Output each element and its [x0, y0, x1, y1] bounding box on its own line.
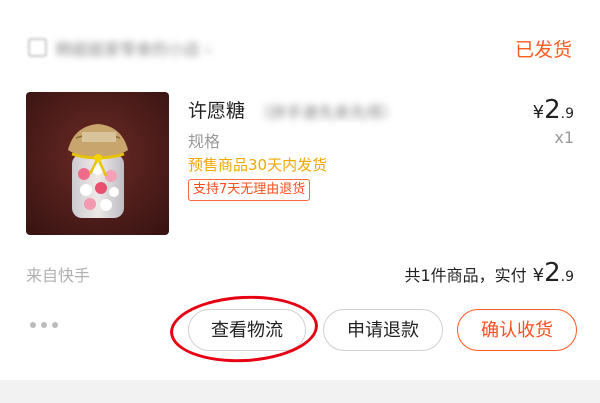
confirm-receipt-button[interactable]: 确认收货	[457, 309, 577, 351]
price-integer: 2	[544, 95, 561, 125]
shop-name[interactable]: 韩姐姐家零食的小店 ›	[56, 36, 212, 60]
order-total: 共1件商品，实付 ¥2.9	[404, 258, 574, 288]
total-price-symbol: ¥	[532, 265, 545, 286]
total-price-decimal: .9	[560, 269, 574, 285]
candy-jar-image	[26, 92, 169, 235]
shop-icon	[28, 38, 47, 57]
shop-header[interactable]: 韩姐姐家零食的小店 › 已发货	[28, 33, 572, 63]
price-decimal: .9	[560, 106, 574, 122]
shop-arrow-icon: ›	[205, 40, 212, 59]
product-name-suffix: （拼手速先来先得）	[254, 103, 399, 122]
total-text: 共1件商品，实付	[404, 266, 527, 285]
product-price: ¥2.9	[533, 95, 574, 125]
order-card: 韩姐姐家零食的小店 › 已发货 许愿糖 （拼手速先来先得） ¥2.9 规格 x1…	[0, 0, 600, 380]
order-status: 已发货	[514, 39, 572, 61]
more-dots-icon[interactable]	[30, 318, 60, 332]
shop-name-text: 韩姐姐家零食的小店	[56, 40, 201, 59]
request-refund-button[interactable]: 申请退款	[323, 309, 443, 351]
quantity: x1	[554, 128, 574, 147]
spec-label: 规格	[188, 132, 221, 151]
return-policy-badge: 支持7天无理由退货	[188, 179, 311, 201]
product-image[interactable]	[26, 92, 169, 235]
highlight-circle-annotation	[168, 292, 320, 366]
price-symbol: ¥	[532, 102, 545, 123]
total-price-integer: 2	[544, 258, 561, 288]
presale-note: 预售商品30天内发货	[188, 156, 328, 174]
product-name[interactable]: 许愿糖	[188, 96, 245, 123]
order-source: 来自快手	[26, 266, 91, 285]
